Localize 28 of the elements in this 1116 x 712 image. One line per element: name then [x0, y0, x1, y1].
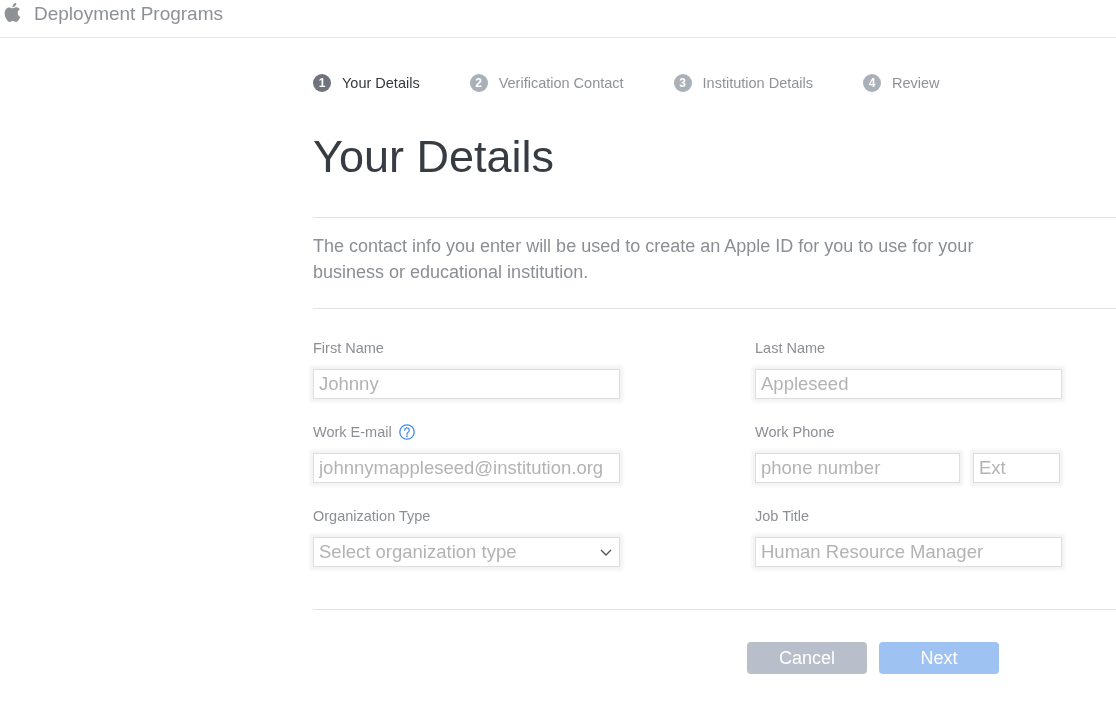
site-title: Deployment Programs [34, 3, 224, 25]
field-label: First Name [313, 339, 384, 358]
step-label: Review [892, 74, 940, 92]
step-number: 3 [673, 74, 692, 92]
chevron-down-icon [600, 548, 612, 556]
step-number: 2 [469, 74, 488, 92]
field-label: Work Phone [755, 423, 835, 442]
help-icon[interactable] [398, 424, 415, 440]
field-label: Organization Type [313, 507, 431, 526]
page-title: Your Details [313, 131, 554, 183]
step-number: 4 [863, 74, 881, 92]
step-label: Institution Details [702, 74, 813, 92]
input-field[interactable]: Human Resource Manager [755, 537, 1062, 567]
input-field[interactable]: Appleseed [755, 369, 1062, 399]
step-label: Your Details [342, 74, 420, 92]
input-field[interactable]: johnnymappleseed@institution.org [313, 453, 620, 483]
apple-icon [4, 3, 21, 22]
dropdown-field[interactable]: Select organization type [313, 537, 620, 567]
cancel-button[interactable]: Cancel [747, 642, 867, 674]
description-text: The contact info you enter will be used to create an Apple ID for you to use for your business or educational institution. [313, 235, 975, 284]
field-label: Job Title [755, 507, 809, 526]
phone-field[interactable]: phone number [755, 453, 960, 483]
field-label: Last Name [755, 339, 826, 358]
field-label: Work E-mail [313, 423, 392, 442]
step-label: Verification Contact [498, 74, 624, 92]
extension-field[interactable]: Ext [973, 453, 1060, 483]
step-number: 1 [313, 74, 331, 92]
input-field[interactable]: Johnny [313, 369, 620, 399]
